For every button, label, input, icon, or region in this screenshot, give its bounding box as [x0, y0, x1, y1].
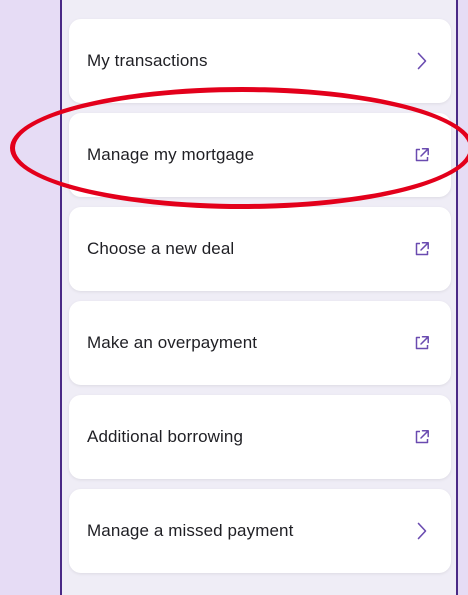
menu-item-label: Additional borrowing — [87, 427, 244, 446]
menu-item-manage-my-mortgage[interactable]: Manage my mortgage — [69, 113, 451, 197]
external-link-icon — [413, 240, 431, 258]
external-link-icon — [413, 428, 431, 446]
menu-item-additional-borrowing[interactable]: Additional borrowing — [69, 395, 451, 479]
external-link-icon — [413, 334, 431, 352]
menu-panel: My transactions Manage my mortgage Choos… — [60, 0, 458, 595]
menu-item-choose-a-new-deal[interactable]: Choose a new deal — [69, 207, 451, 291]
menu-item-my-transactions[interactable]: My transactions — [69, 19, 451, 103]
menu-item-label: Manage a missed payment — [87, 521, 294, 540]
menu-item-make-an-overpayment[interactable]: Make an overpayment — [69, 301, 451, 385]
menu-item-label: Make an overpayment — [87, 333, 258, 352]
menu-item-label: Manage my mortgage — [87, 145, 255, 164]
menu-item-label: My transactions — [87, 51, 208, 70]
chevron-right-icon — [413, 52, 431, 70]
menu-item-label: Choose a new deal — [87, 239, 235, 258]
chevron-right-icon — [413, 522, 431, 540]
menu-item-manage-a-missed-payment[interactable]: Manage a missed payment — [69, 489, 451, 573]
external-link-icon — [413, 146, 431, 164]
